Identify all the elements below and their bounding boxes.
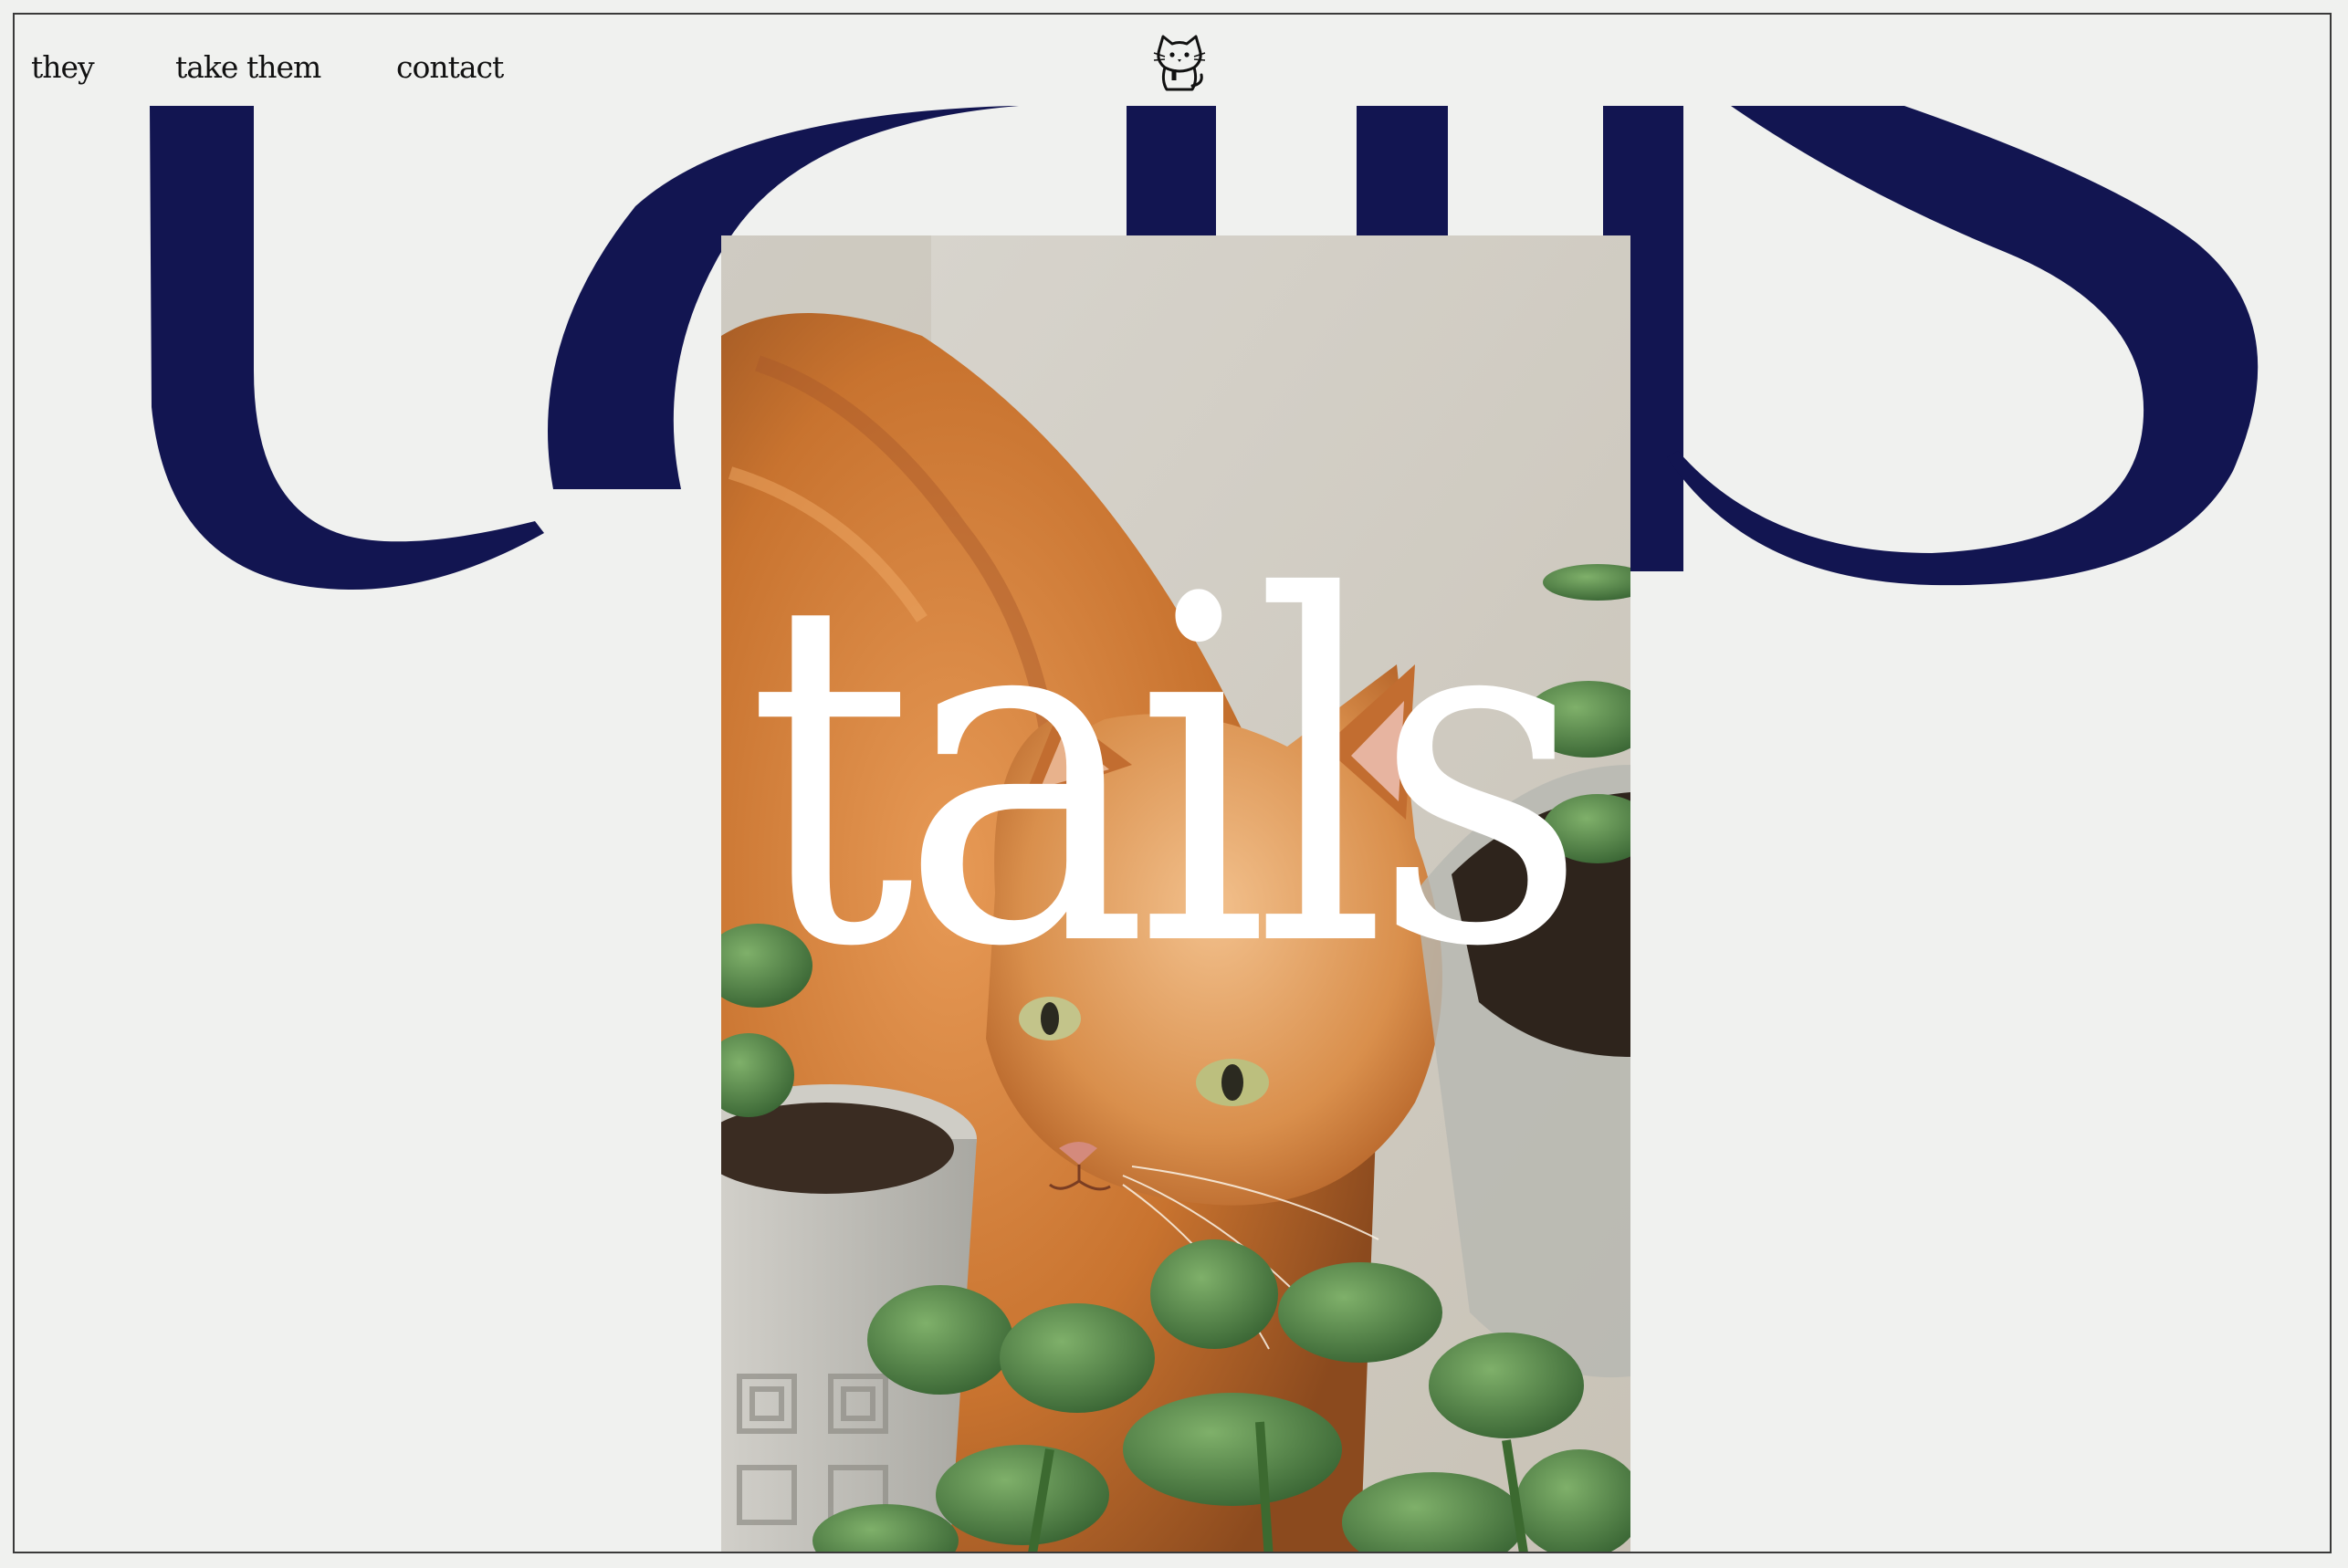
nav-link-they[interactable]: they	[31, 49, 175, 85]
main-nav: they take them contact	[31, 49, 504, 85]
cat-logo-icon[interactable]	[1147, 29, 1220, 102]
hero-title: tails	[747, 497, 1588, 1051]
hero-photo-card: tails	[721, 235, 1630, 1552]
nav-link-contact[interactable]: contact	[396, 49, 504, 85]
page-frame: they take them contact tails	[13, 13, 2332, 1553]
nav-link-take-them[interactable]: take them	[175, 49, 396, 85]
